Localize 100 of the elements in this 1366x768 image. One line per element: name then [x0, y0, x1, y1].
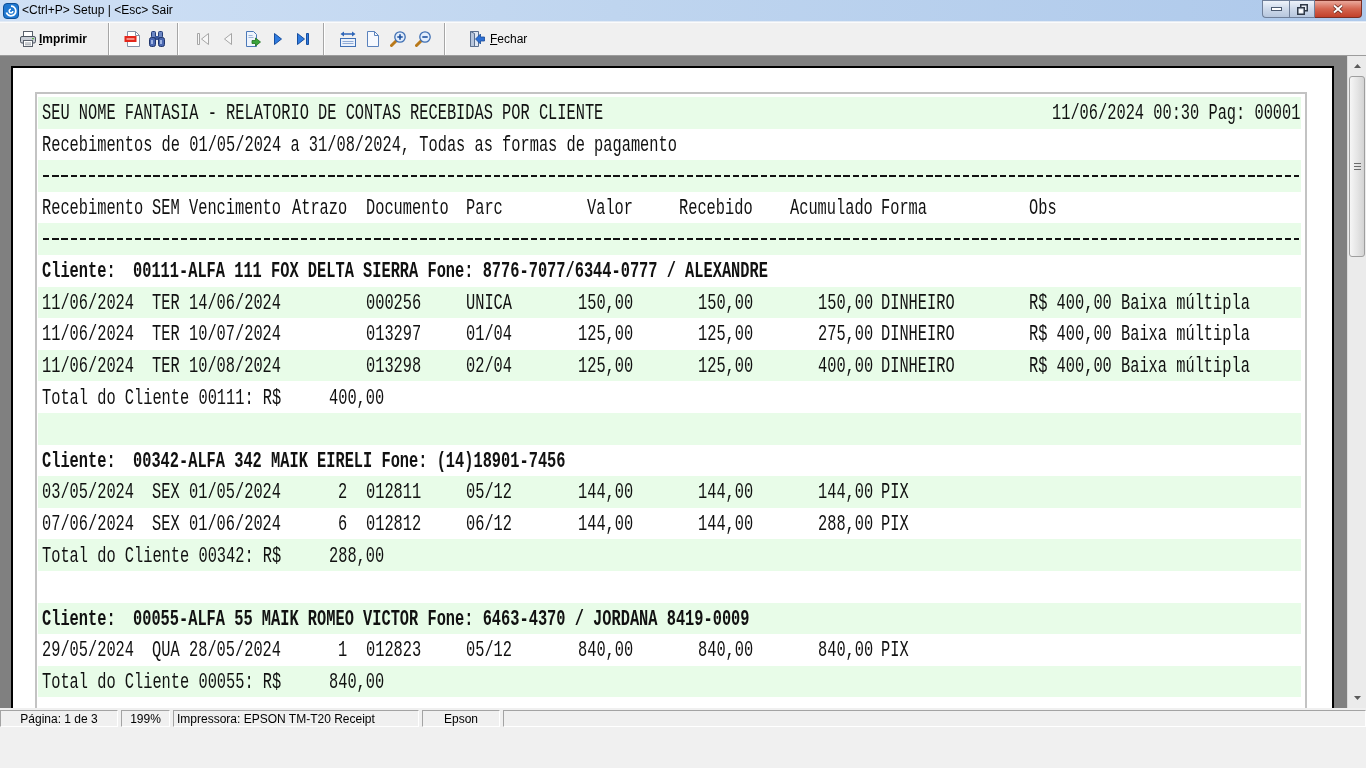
table-cell: 840,00: [817, 638, 873, 665]
table-cell: 10/07/2024: [189, 322, 282, 349]
go-to-page-icon[interactable]: [245, 31, 261, 47]
app-icon: [3, 3, 19, 19]
total-amount: 288,00: [329, 543, 385, 570]
table-cell: 125,00: [577, 354, 633, 381]
zoom-in-icon[interactable]: [390, 31, 406, 47]
report-title: SEU NOME FANTASIA - RELATORIO DE CONTAS RECEBIDAS POR CLIENTE: [42, 101, 604, 128]
binoculars-icon[interactable]: [148, 31, 165, 47]
total-label: Total do Cliente 00111: R$: [42, 385, 282, 412]
table-cell: 144,00: [577, 480, 633, 507]
table-cell: R$ 400,00 Baixa múltipla: [1029, 322, 1250, 349]
table-cell: PIX: [881, 480, 909, 507]
table-cell: 6: [337, 512, 347, 538]
printer-name: Impressora: EPSON TM-T20 Receipt: [173, 710, 419, 727]
vertical-scrollbar[interactable]: [1347, 56, 1366, 708]
column-header: Obs: [1029, 196, 1057, 223]
down-arrow-icon[interactable]: [1353, 696, 1361, 700]
total-label: Total do Cliente 00055: R$: [42, 670, 282, 696]
column-header: Vencimento: [189, 196, 282, 223]
page-icon[interactable]: [365, 31, 381, 47]
printer-icon: [20, 31, 36, 47]
column-header: Documento: [366, 196, 449, 223]
table-cell: 06/12: [466, 512, 512, 538]
table-cell: 150,00: [817, 290, 873, 317]
up-arrow-icon[interactable]: [1353, 64, 1361, 68]
table-cell: 01/05/2024: [189, 480, 282, 507]
table-cell: 29/05/2024: [42, 638, 135, 665]
total-amount: 400,00: [329, 385, 385, 412]
restore-icon: [1296, 3, 1308, 15]
table-cell: 288,00: [817, 512, 873, 538]
column-header: Forma: [881, 196, 927, 223]
table-cell: SEX: [152, 512, 180, 538]
pdf-icon[interactable]: [123, 31, 140, 47]
column-header: Acumulado: [790, 196, 873, 223]
table-cell: QUA: [152, 638, 180, 665]
table-cell: PIX: [881, 512, 909, 538]
table-cell: 14/06/2024: [189, 290, 282, 317]
zoom-out-icon[interactable]: [415, 31, 431, 47]
exit-door-icon: [469, 31, 485, 47]
table-cell: 400,00: [817, 354, 873, 381]
page-width-icon[interactable]: [340, 31, 356, 47]
column-header: Parc: [466, 196, 503, 223]
minimize-button[interactable]: [1262, 0, 1289, 18]
table-cell: R$ 400,00 Baixa múltipla: [1029, 290, 1250, 317]
table-cell: TER: [152, 354, 180, 381]
table-cell: 144,00: [577, 512, 633, 538]
total-amount: 840,00: [329, 670, 385, 696]
table-cell: 05/12: [466, 638, 512, 665]
table-cell: TER: [152, 290, 180, 317]
table-cell: 125,00: [697, 322, 753, 349]
last-page-icon[interactable]: [295, 31, 311, 47]
table-cell: 11/06/2024: [42, 354, 135, 381]
table-cell: UNICA: [466, 290, 512, 317]
table-cell: DINHEIRO: [881, 322, 955, 349]
table-cell: 012811: [366, 480, 422, 507]
column-header: Atrazo: [291, 196, 347, 223]
table-cell: 013298: [366, 354, 422, 381]
table-cell: 07/06/2024: [42, 512, 135, 538]
total-label: Total do Cliente 00342: R$: [42, 543, 282, 570]
close-report-button[interactable]: Fechar: [463, 28, 534, 50]
table-cell: 150,00: [577, 290, 633, 317]
minimize-icon: [1270, 7, 1282, 11]
grip-icon: [1353, 163, 1361, 170]
client-info: 00342-ALFA 342 MAIK EIRELI Fone: (14)18901-7456: [133, 448, 566, 475]
print-button[interactable]: Imprimir: [14, 28, 94, 50]
table-cell: 150,00: [697, 290, 753, 317]
table-cell: 2: [337, 480, 347, 507]
table-cell: 125,00: [697, 354, 753, 381]
table-cell: 11/06/2024: [42, 322, 135, 349]
table-cell: SEX: [152, 480, 180, 507]
client-label: Cliente:: [42, 259, 116, 286]
table-cell: 01/06/2024: [189, 512, 282, 538]
table-cell: 144,00: [697, 512, 753, 538]
scrollbar-thumb[interactable]: [1349, 76, 1365, 257]
window-title: <Ctrl+P> Setup | <Esc> Sair: [22, 2, 173, 19]
table-cell: 28/05/2024: [189, 638, 282, 665]
report-subtitle: Recebimentos de 01/05/2024 a 31/08/2024, Todas as formas de pagamento: [42, 132, 677, 159]
table-cell: PIX: [881, 638, 909, 665]
column-header: Recebido: [679, 196, 753, 223]
table-cell: 000256: [366, 290, 422, 317]
close-button[interactable]: [1315, 0, 1362, 18]
client-label: Cliente:: [42, 606, 116, 633]
table-cell: DINHEIRO: [881, 354, 955, 381]
status-field: Epson: [422, 710, 500, 727]
table-cell: 03/05/2024: [42, 480, 135, 507]
table-cell: 840,00: [577, 638, 633, 665]
table-cell: 02/04: [466, 354, 512, 381]
table-cell: 11/06/2024: [42, 290, 135, 317]
table-cell: DINHEIRO: [881, 290, 955, 317]
close-icon: [1332, 4, 1344, 14]
column-header: Recebimento: [42, 196, 144, 223]
table-cell: 1: [337, 638, 347, 665]
column-header: SEM: [152, 196, 180, 223]
table-cell: 144,00: [817, 480, 873, 507]
table-cell: R$ 400,00 Baixa múltipla: [1029, 354, 1250, 381]
restore-button[interactable]: [1289, 0, 1315, 18]
table-cell: 012823: [366, 638, 422, 665]
client-label: Cliente:: [42, 448, 116, 475]
table-cell: 144,00: [697, 480, 753, 507]
